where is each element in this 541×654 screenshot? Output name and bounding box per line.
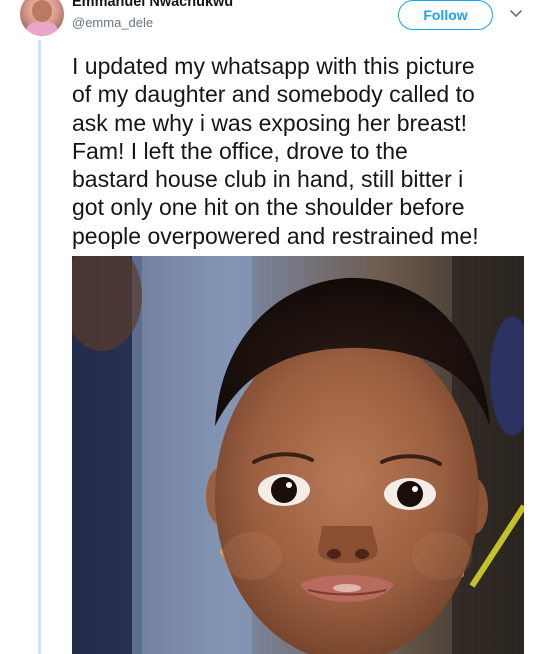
- avatar-face: [32, 0, 52, 22]
- tweet-text-line: people overpowered and restrained me!: [72, 222, 479, 249]
- avatar[interactable]: [20, 0, 64, 36]
- tweet-text-line: Fam! I left the office, drove to the: [72, 137, 408, 164]
- tweet-text-line: ask me why i was exposing her breast!: [72, 109, 468, 136]
- tweet-text: I updated my whatsapp with this picture …: [72, 52, 532, 250]
- user-name[interactable]: Emmanuel Nwachukwu: [72, 0, 233, 10]
- follow-button[interactable]: Follow: [398, 0, 493, 30]
- thread-line: [38, 40, 41, 654]
- tweet-text-line: bastard house club in hand, still bitter…: [72, 166, 464, 193]
- tweet-container: Emmanuel Nwachukwu @emma_dele Follow I u…: [0, 0, 541, 654]
- tweet-text-line: got only one hit on the shoulder before: [72, 194, 465, 221]
- user-handle[interactable]: @emma_dele: [72, 15, 153, 30]
- avatar-shirt: [26, 22, 58, 36]
- child-portrait-image: [72, 256, 524, 654]
- tweet-text-line: I updated my whatsapp with this picture: [72, 53, 475, 79]
- tweet-text-line: of my daughter and somebody called to: [72, 81, 475, 108]
- chevron-down-icon[interactable]: [509, 8, 523, 20]
- tweet-photo[interactable]: [72, 256, 524, 654]
